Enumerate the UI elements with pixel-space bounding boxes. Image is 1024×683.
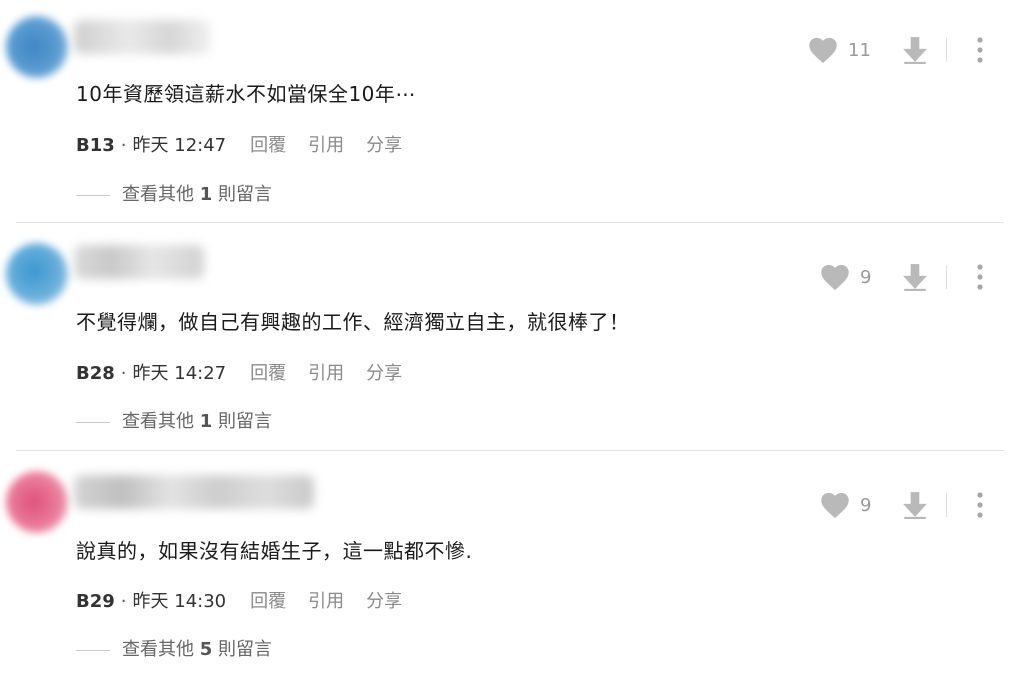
view-more-replies-link[interactable]: 查看其他 5 則留言: [76, 635, 272, 661]
comment-meta: B28 · 昨天 14:27 回覆 引用 分享: [76, 359, 402, 385]
view-more-replies-link[interactable]: 查看其他 1 則留言: [76, 180, 272, 206]
like-group: 9: [820, 263, 871, 291]
more-replies-prefix: 查看其他: [122, 184, 194, 205]
blurred-username: [74, 475, 314, 509]
comment-meta: B29 · 昨天 14:30 回覆 引用 分享: [76, 587, 402, 613]
reply-button[interactable]: 回覆: [250, 363, 286, 384]
replies-divider-line: [76, 649, 110, 651]
more-vertical-icon[interactable]: [975, 492, 985, 518]
avatar[interactable]: [6, 16, 68, 78]
blurred-username: [74, 20, 210, 54]
more-replies-prefix: 查看其他: [122, 411, 194, 432]
blurred-username: [74, 245, 204, 279]
quote-button[interactable]: 引用: [308, 135, 344, 156]
more-replies-prefix: 查看其他: [122, 639, 194, 660]
like-count: 9: [860, 494, 872, 516]
timestamp: 昨天 12:47: [132, 135, 227, 156]
comment-item: 不覺得爛，做自己有興趣的工作、經濟獨立自主，就很棒了！ B28 · 昨天 14:27…: [0, 227, 1024, 455]
avatar[interactable]: [6, 471, 68, 533]
meta-dot: ·: [120, 363, 127, 384]
heart-icon[interactable]: [808, 36, 838, 64]
arrow-down-icon[interactable]: [902, 36, 928, 64]
more-replies-suffix: 則留言: [218, 639, 272, 660]
like-count: 11: [848, 39, 871, 61]
comment-text: 不覺得爛，做自己有興趣的工作、經濟獨立自主，就很棒了！: [76, 310, 630, 334]
reply-button[interactable]: 回覆: [250, 591, 286, 612]
heart-icon[interactable]: [820, 263, 850, 291]
comment-text: 10年資歷領這薪水不如當保全10年⋯: [76, 82, 416, 106]
avatar[interactable]: [6, 243, 68, 305]
reply-button[interactable]: 回覆: [250, 135, 286, 156]
vertical-separator: [946, 493, 947, 517]
meta-dot: ·: [120, 135, 127, 156]
comment-divider: [16, 222, 1004, 223]
replies-divider-line: [76, 194, 110, 196]
more-replies-count: 5: [199, 639, 213, 660]
share-button[interactable]: 分享: [366, 135, 402, 156]
replies-divider-line: [76, 421, 110, 423]
vertical-separator: [946, 38, 947, 62]
share-button[interactable]: 分享: [366, 363, 402, 384]
meta-dot: ·: [120, 591, 127, 612]
comment-item: 10年資歷領這薪水不如當保全10年⋯ B13 · 昨天 12:47 回覆 引用 分享 查看…: [0, 0, 1024, 228]
more-replies-suffix: 則留言: [218, 411, 272, 432]
floor-label: B28: [76, 363, 115, 384]
comment-item: 說真的，如果沒有結婚生子，這一點都不慘. B29 · 昨天 14:30 回覆 引用 分享 …: [0, 455, 1024, 683]
timestamp: 昨天 14:30: [132, 591, 227, 612]
floor-label: B29: [76, 591, 115, 612]
like-count: 9: [860, 266, 872, 288]
more-vertical-icon[interactable]: [975, 264, 985, 290]
comment-meta: B13 · 昨天 12:47 回覆 引用 分享: [76, 131, 402, 157]
more-replies-count: 1: [199, 411, 213, 432]
arrow-down-icon[interactable]: [902, 491, 928, 519]
more-replies-count: 1: [199, 184, 213, 205]
heart-icon[interactable]: [820, 491, 850, 519]
comment-divider: [16, 450, 1004, 451]
comment-text: 說真的，如果沒有結婚生子，這一點都不慘.: [76, 539, 473, 563]
quote-button[interactable]: 引用: [308, 363, 344, 384]
vertical-separator: [946, 265, 947, 289]
floor-label: B13: [76, 135, 115, 156]
like-group: 11: [808, 36, 871, 64]
arrow-down-icon[interactable]: [902, 263, 928, 291]
like-group: 9: [820, 491, 871, 519]
quote-button[interactable]: 引用: [308, 591, 344, 612]
view-more-replies-link[interactable]: 查看其他 1 則留言: [76, 407, 272, 433]
more-replies-suffix: 則留言: [218, 184, 272, 205]
timestamp: 昨天 14:27: [132, 363, 227, 384]
more-vertical-icon[interactable]: [975, 37, 985, 63]
share-button[interactable]: 分享: [366, 591, 402, 612]
